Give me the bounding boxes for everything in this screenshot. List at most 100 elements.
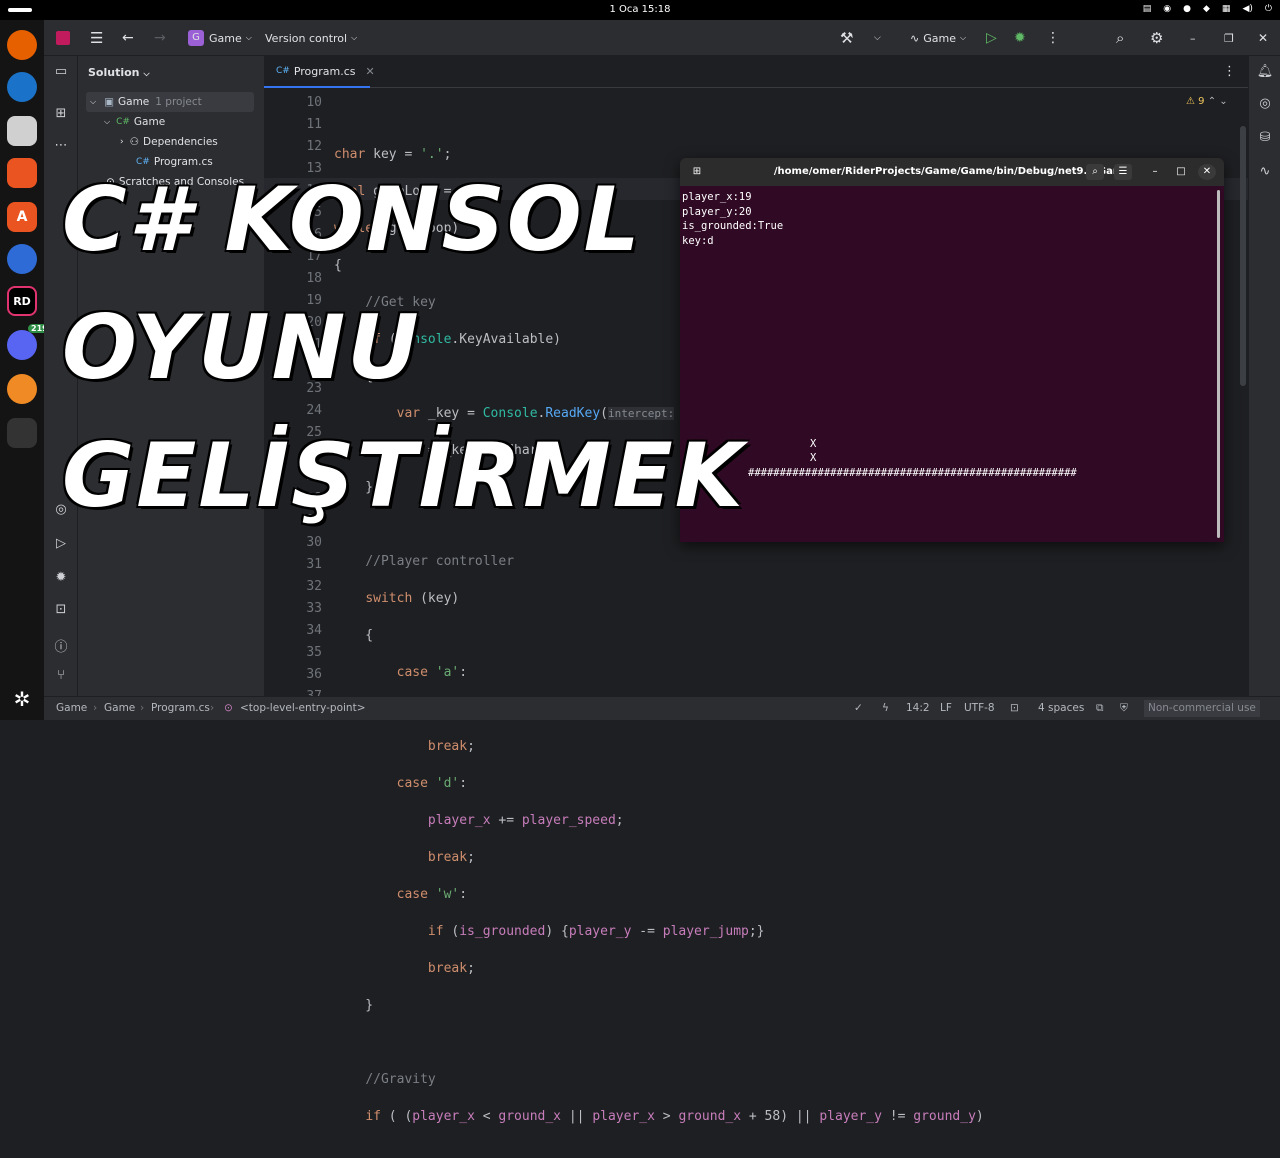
discord-icon[interactable]: 219: [7, 324, 51, 360]
system-tray[interactable]: ▤ ◉ ● ◆ ▦ ◀) ⏻: [1143, 4, 1272, 14]
project-switcher[interactable]: G Game ⌵: [188, 20, 252, 56]
ubuntu-icon[interactable]: [7, 374, 37, 404]
terminal-tool-icon[interactable]: ⊡: [52, 602, 70, 620]
version-control-menu[interactable]: Version control ⌵: [265, 20, 357, 56]
status-bar: Game › Game › Program.cs › ⊙ <top-level-…: [44, 696, 1280, 720]
terminal-maximize-icon[interactable]: □: [1172, 164, 1190, 180]
minimize-icon[interactable]: –: [1190, 20, 1196, 56]
entry-point-icon: ⊙: [224, 702, 233, 714]
more-actions-icon[interactable]: ⋮: [1046, 20, 1060, 56]
solution-header[interactable]: Solution ⌵: [88, 66, 150, 79]
notifications-icon[interactable]: 🔔︎: [1256, 64, 1274, 79]
system-clock[interactable]: 1 Oca 15:18: [0, 4, 1280, 15]
editor-scrollbar[interactable]: [1240, 126, 1246, 386]
maximize-icon[interactable]: ❐: [1224, 20, 1234, 56]
terminal-search-icon[interactable]: ⌕: [1086, 164, 1104, 180]
line-number: 36: [306, 667, 322, 682]
dock: A RD 219 ✲: [0, 20, 51, 720]
more-tools-icon[interactable]: ⋯: [52, 138, 70, 156]
pulse-icon[interactable]: ∿: [1256, 164, 1274, 179]
tree-item-label: Dependencies: [143, 136, 218, 148]
tree-item-label: Game: [118, 96, 150, 108]
build-dropdown-icon[interactable]: ⌵: [874, 20, 881, 56]
rider-icon[interactable]: RD: [7, 286, 37, 316]
lock-icon[interactable]: ⊡: [1010, 702, 1019, 714]
terminal-line: player_x:19: [682, 191, 752, 203]
terminal-minimize-icon[interactable]: –: [1146, 164, 1164, 180]
tree-item-project[interactable]: ⌵ C# Game: [104, 112, 165, 132]
steam-tray-icon: ●: [1183, 4, 1191, 14]
chevron-down-icon: ⌵: [245, 33, 252, 42]
close-tab-icon[interactable]: ✕: [366, 65, 375, 78]
show-apps-icon[interactable]: ✲: [7, 684, 37, 714]
software-icon[interactable]: [7, 158, 37, 188]
power-save-icon[interactable]: ϟ: [882, 702, 889, 714]
terminal-title: /home/omer/RiderProjects/Game/Game/bin/D…: [773, 166, 1131, 177]
terminal-window[interactable]: ⊞ /home/omer/RiderProjects/Game/Game/bin…: [680, 158, 1224, 542]
file-encoding[interactable]: UTF-8: [964, 702, 995, 714]
indent-setting[interactable]: 4 spaces: [1038, 702, 1084, 714]
close-icon[interactable]: ✕: [1258, 20, 1268, 56]
breadcrumb-item[interactable]: Game: [104, 702, 135, 714]
tab-options-icon[interactable]: ⋮: [1223, 64, 1236, 79]
license-badge[interactable]: Non-commercial use: [1144, 700, 1260, 717]
breadcrumb-item[interactable]: Program.cs: [151, 702, 210, 714]
settings-gear-icon[interactable]: ⚙: [1150, 20, 1163, 56]
chevron-down-icon: ⌵: [351, 33, 358, 42]
terminal-scrollbar[interactable]: [1217, 190, 1220, 538]
dropbox-tray-icon: ◆: [1203, 4, 1210, 14]
warnings-indicator[interactable]: ⚠ 9 ⌃ ⌄: [1186, 96, 1228, 107]
app-center-icon[interactable]: A: [7, 202, 37, 232]
thunderbird-icon[interactable]: [7, 72, 37, 102]
ai-assistant-icon[interactable]: ◎: [1256, 96, 1274, 111]
breadcrumb-separator-icon: ›: [93, 702, 98, 714]
run-tool-icon[interactable]: ▷: [52, 536, 70, 554]
search-icon[interactable]: ⌕: [1116, 20, 1124, 56]
forward-icon[interactable]: →: [154, 20, 166, 56]
breadcrumb-item[interactable]: Game: [56, 702, 87, 714]
shield-icon[interactable]: ⛨: [1120, 702, 1128, 715]
debug-tool-icon[interactable]: ✹: [52, 570, 70, 588]
chevron-down-icon: ⌵: [104, 117, 111, 126]
database-icon[interactable]: ⛁: [1256, 130, 1274, 145]
run-config-selector[interactable]: ∿ Game ⌵: [910, 20, 966, 56]
ethernet-icon: ▦: [1221, 4, 1231, 14]
editor-tabs: C# Program.cs ✕ ⋮: [264, 56, 1248, 88]
network-icon: ▤: [1142, 4, 1152, 14]
main-menu-icon[interactable]: ☰: [90, 20, 103, 56]
tree-item-note: 1 project: [155, 96, 202, 108]
run-config-name: Game: [923, 31, 956, 45]
breadcrumb-separator-icon: ›: [140, 702, 145, 714]
problems-icon[interactable]: ⓘ: [52, 636, 70, 655]
files-icon[interactable]: [7, 116, 37, 146]
build-hammer-icon[interactable]: ⚒: [840, 20, 853, 56]
rider-logo-icon[interactable]: [56, 20, 70, 56]
gimp-icon[interactable]: [7, 418, 37, 448]
inspection-icon[interactable]: ✓: [854, 702, 863, 714]
terminal-close-icon[interactable]: ✕: [1198, 164, 1216, 180]
line-number: 18: [306, 271, 322, 286]
line-number: 11: [306, 117, 322, 132]
project-tool-icon[interactable]: ▭: [52, 64, 70, 82]
tree-item-dependencies[interactable]: › ⚇ Dependencies: [120, 132, 218, 152]
back-icon[interactable]: ←: [122, 20, 134, 56]
cursor-position[interactable]: 14:2: [906, 702, 930, 714]
tree-item-label: Program.cs: [153, 156, 213, 168]
tab-program-cs[interactable]: C# Program.cs ✕: [264, 56, 375, 88]
breadcrumb-item[interactable]: <top-level-entry-point>: [240, 702, 366, 714]
structure-tool-icon[interactable]: ⊞: [52, 106, 70, 124]
line-ending[interactable]: LF: [940, 702, 952, 714]
tree-item-solution[interactable]: ⌵ ▣ Game 1 project: [86, 92, 254, 112]
pull-request-icon[interactable]: ⧉: [1096, 702, 1104, 715]
terminal-menu-icon[interactable]: ☰: [1114, 164, 1132, 180]
run-icon[interactable]: ▷: [986, 20, 997, 56]
vscode-like-icon[interactable]: [7, 244, 37, 274]
chevron-down-icon: ⌵: [90, 97, 97, 106]
git-icon[interactable]: ⑂: [52, 668, 70, 686]
firefox-icon[interactable]: [7, 30, 37, 60]
debug-icon[interactable]: ✹: [1014, 20, 1026, 56]
